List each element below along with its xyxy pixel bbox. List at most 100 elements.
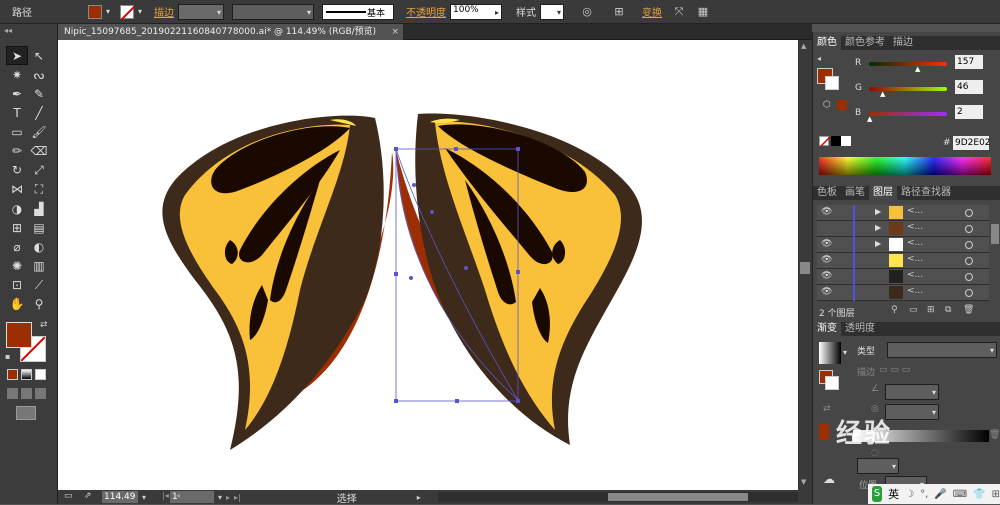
b-slider[interactable] (869, 112, 947, 116)
zoom-input[interactable]: 114.49 (102, 491, 138, 503)
artboard-tool-icon[interactable]: ⊡ (6, 275, 28, 294)
tab-color[interactable]: 颜色 (813, 36, 841, 50)
zoom-dropdown-icon[interactable]: ▾ (142, 493, 146, 502)
rotate-tool-icon[interactable]: ↻ (6, 160, 28, 179)
symbol-sprayer-tool-icon[interactable]: ✺ (6, 256, 28, 275)
arrange-icon[interactable]: ▦ (694, 3, 712, 21)
layer-row[interactable]: 👁 ▶ <... (817, 205, 989, 221)
b-value-input[interactable]: 2 (955, 105, 983, 119)
g-value-input[interactable]: 46 (955, 80, 983, 94)
target-circle-icon[interactable] (965, 241, 973, 249)
rectangle-tool-icon[interactable]: ▭ (6, 122, 28, 141)
visibility-eye-icon[interactable]: 👁 (821, 255, 832, 265)
layer-name[interactable]: <... (907, 238, 923, 248)
toolbox-collapse-icon[interactable]: ◂◂ (4, 26, 12, 35)
color-panel-stroke[interactable] (825, 76, 839, 90)
vertical-scrollbar[interactable]: ▲ ▼ (798, 40, 812, 490)
first-page-icon[interactable]: |◂ (162, 491, 169, 500)
width-tool-icon[interactable]: ⋈ (6, 180, 28, 199)
ime-logo-icon[interactable]: S (872, 486, 883, 502)
visibility-eye-icon[interactable]: 👁 (821, 239, 832, 249)
opacity-input[interactable]: 100% ▸ (450, 3, 502, 20)
reverse-gradient-icon[interactable]: ⇄ (823, 404, 831, 414)
artboard-nav-icon[interactable]: ▭ (64, 491, 73, 501)
slice-tool-icon[interactable]: ⟋ (28, 276, 50, 295)
stroke-weight-input[interactable]: ▾ (178, 3, 224, 20)
layer-name[interactable]: <... (907, 270, 923, 280)
default-colors-icon[interactable]: ▪ (5, 352, 10, 361)
gradient-stop-left[interactable] (819, 424, 829, 440)
delete-layer-icon[interactable]: 🗑 (963, 305, 974, 315)
layer-name[interactable]: <... (907, 206, 923, 216)
draw-normal-icon[interactable] (7, 388, 18, 399)
perspective-grid-tool-icon[interactable]: ▟ (28, 199, 50, 218)
draw-behind-icon[interactable] (21, 388, 32, 399)
swap-colors-icon[interactable]: ⇄ (40, 320, 48, 330)
vertical-scroll-thumb[interactable] (800, 262, 810, 274)
target-circle-icon[interactable] (965, 209, 973, 217)
lasso-tool-icon[interactable]: ᔓ (28, 65, 50, 84)
fill-color-front[interactable] (6, 322, 32, 348)
r-value-input[interactable]: 157 (955, 55, 983, 69)
brush-style-dropdown[interactable]: 基本 (322, 3, 394, 20)
color-spectrum[interactable] (819, 157, 991, 175)
g-slider-handle[interactable]: ▲ (880, 90, 885, 98)
free-transform-tool-icon[interactable]: ⛶ (28, 180, 50, 199)
expand-arrow-icon[interactable]: ▶ (875, 207, 881, 216)
pencil-tool-icon[interactable]: ✏ (6, 141, 28, 160)
close-tab-icon[interactable]: × (391, 24, 399, 40)
line-tool-icon[interactable]: ╱ (28, 103, 50, 122)
punctuation-icon[interactable]: °, (920, 489, 928, 500)
delete-stop-icon[interactable]: 🗑 (989, 430, 1000, 440)
new-sublayer-icon[interactable]: ⊞ (927, 305, 935, 315)
eyedropper-tool-icon[interactable]: ⌀ (6, 237, 28, 256)
fill-dropdown[interactable]: ▾ (102, 3, 112, 20)
target-circle-icon[interactable] (965, 257, 973, 265)
layers-scroll-thumb[interactable] (991, 224, 999, 244)
visibility-eye-icon[interactable]: 👁 (821, 207, 832, 217)
prev-page-icon[interactable]: ◂ (176, 491, 180, 500)
stroke-gradient-options-icon[interactable]: ▭ ▭ ▭ (879, 365, 910, 375)
draw-inside-icon[interactable] (35, 388, 46, 399)
gradient-mode-icon[interactable] (21, 369, 32, 380)
page-dropdown-icon[interactable]: ▾ (218, 493, 222, 502)
recolor-icon[interactable]: ◎ (578, 3, 596, 21)
none-color-icon[interactable] (819, 136, 831, 148)
tab-brushes[interactable]: 画笔 (841, 186, 869, 200)
status-arrow-icon[interactable]: ▸ (417, 493, 421, 502)
fill-swatch[interactable] (88, 4, 102, 19)
tab-transparency[interactable]: 透明度 (841, 322, 879, 336)
target-circle-icon[interactable] (965, 289, 973, 297)
shape-builder-tool-icon[interactable]: ◑ (6, 199, 28, 218)
gradient-tool-icon[interactable]: ▤ (28, 218, 50, 237)
scroll-down-icon[interactable]: ▼ (801, 478, 806, 486)
blend-tool-icon[interactable]: ◐ (28, 237, 50, 256)
type-tool-icon[interactable]: T (6, 103, 28, 122)
angle-input[interactable]: ▾ (885, 384, 939, 400)
layer-row[interactable]: ▶ <... (817, 221, 989, 237)
eraser-tool-icon[interactable]: ⌫ (28, 141, 50, 160)
screen-mode-icon[interactable] (16, 406, 36, 420)
target-circle-icon[interactable] (965, 225, 973, 233)
curvature-tool-icon[interactable]: ✎ (28, 84, 50, 103)
gradient-stroke-swatch[interactable] (825, 376, 839, 390)
gamut-swatch[interactable] (837, 100, 847, 110)
gradient-dropdown-icon[interactable]: ▾ (843, 348, 847, 357)
scale-tool-icon[interactable]: ⤢ (28, 161, 50, 180)
gradient-type-dropdown[interactable]: ▾ (887, 342, 997, 358)
tab-swatches[interactable]: 色板 (813, 186, 841, 200)
share-icon[interactable]: ⇗ (84, 491, 92, 501)
last-page-icon[interactable]: ▸| (234, 493, 241, 502)
aspect-ratio-input[interactable]: ▾ (885, 404, 939, 420)
hand-tool-icon[interactable]: ✋ (6, 295, 28, 314)
stroke-dropdown[interactable]: ▾ (134, 3, 144, 20)
direct-selection-tool-icon[interactable]: ↖ (28, 46, 50, 65)
stop-opacity-input[interactable]: ▾ (857, 458, 899, 474)
clipping-mask-icon[interactable]: ▭ (909, 305, 918, 315)
column-graph-tool-icon[interactable]: ▥ (28, 256, 50, 275)
artboard-canvas[interactable] (58, 40, 798, 490)
document-tab[interactable]: Nipic_15097685_20190221160840778000.ai* … (58, 24, 403, 40)
ime-language[interactable]: 英 (888, 486, 899, 502)
shirt-icon[interactable]: 👕 (973, 489, 985, 500)
magic-wand-tool-icon[interactable]: ✷ (6, 65, 28, 84)
